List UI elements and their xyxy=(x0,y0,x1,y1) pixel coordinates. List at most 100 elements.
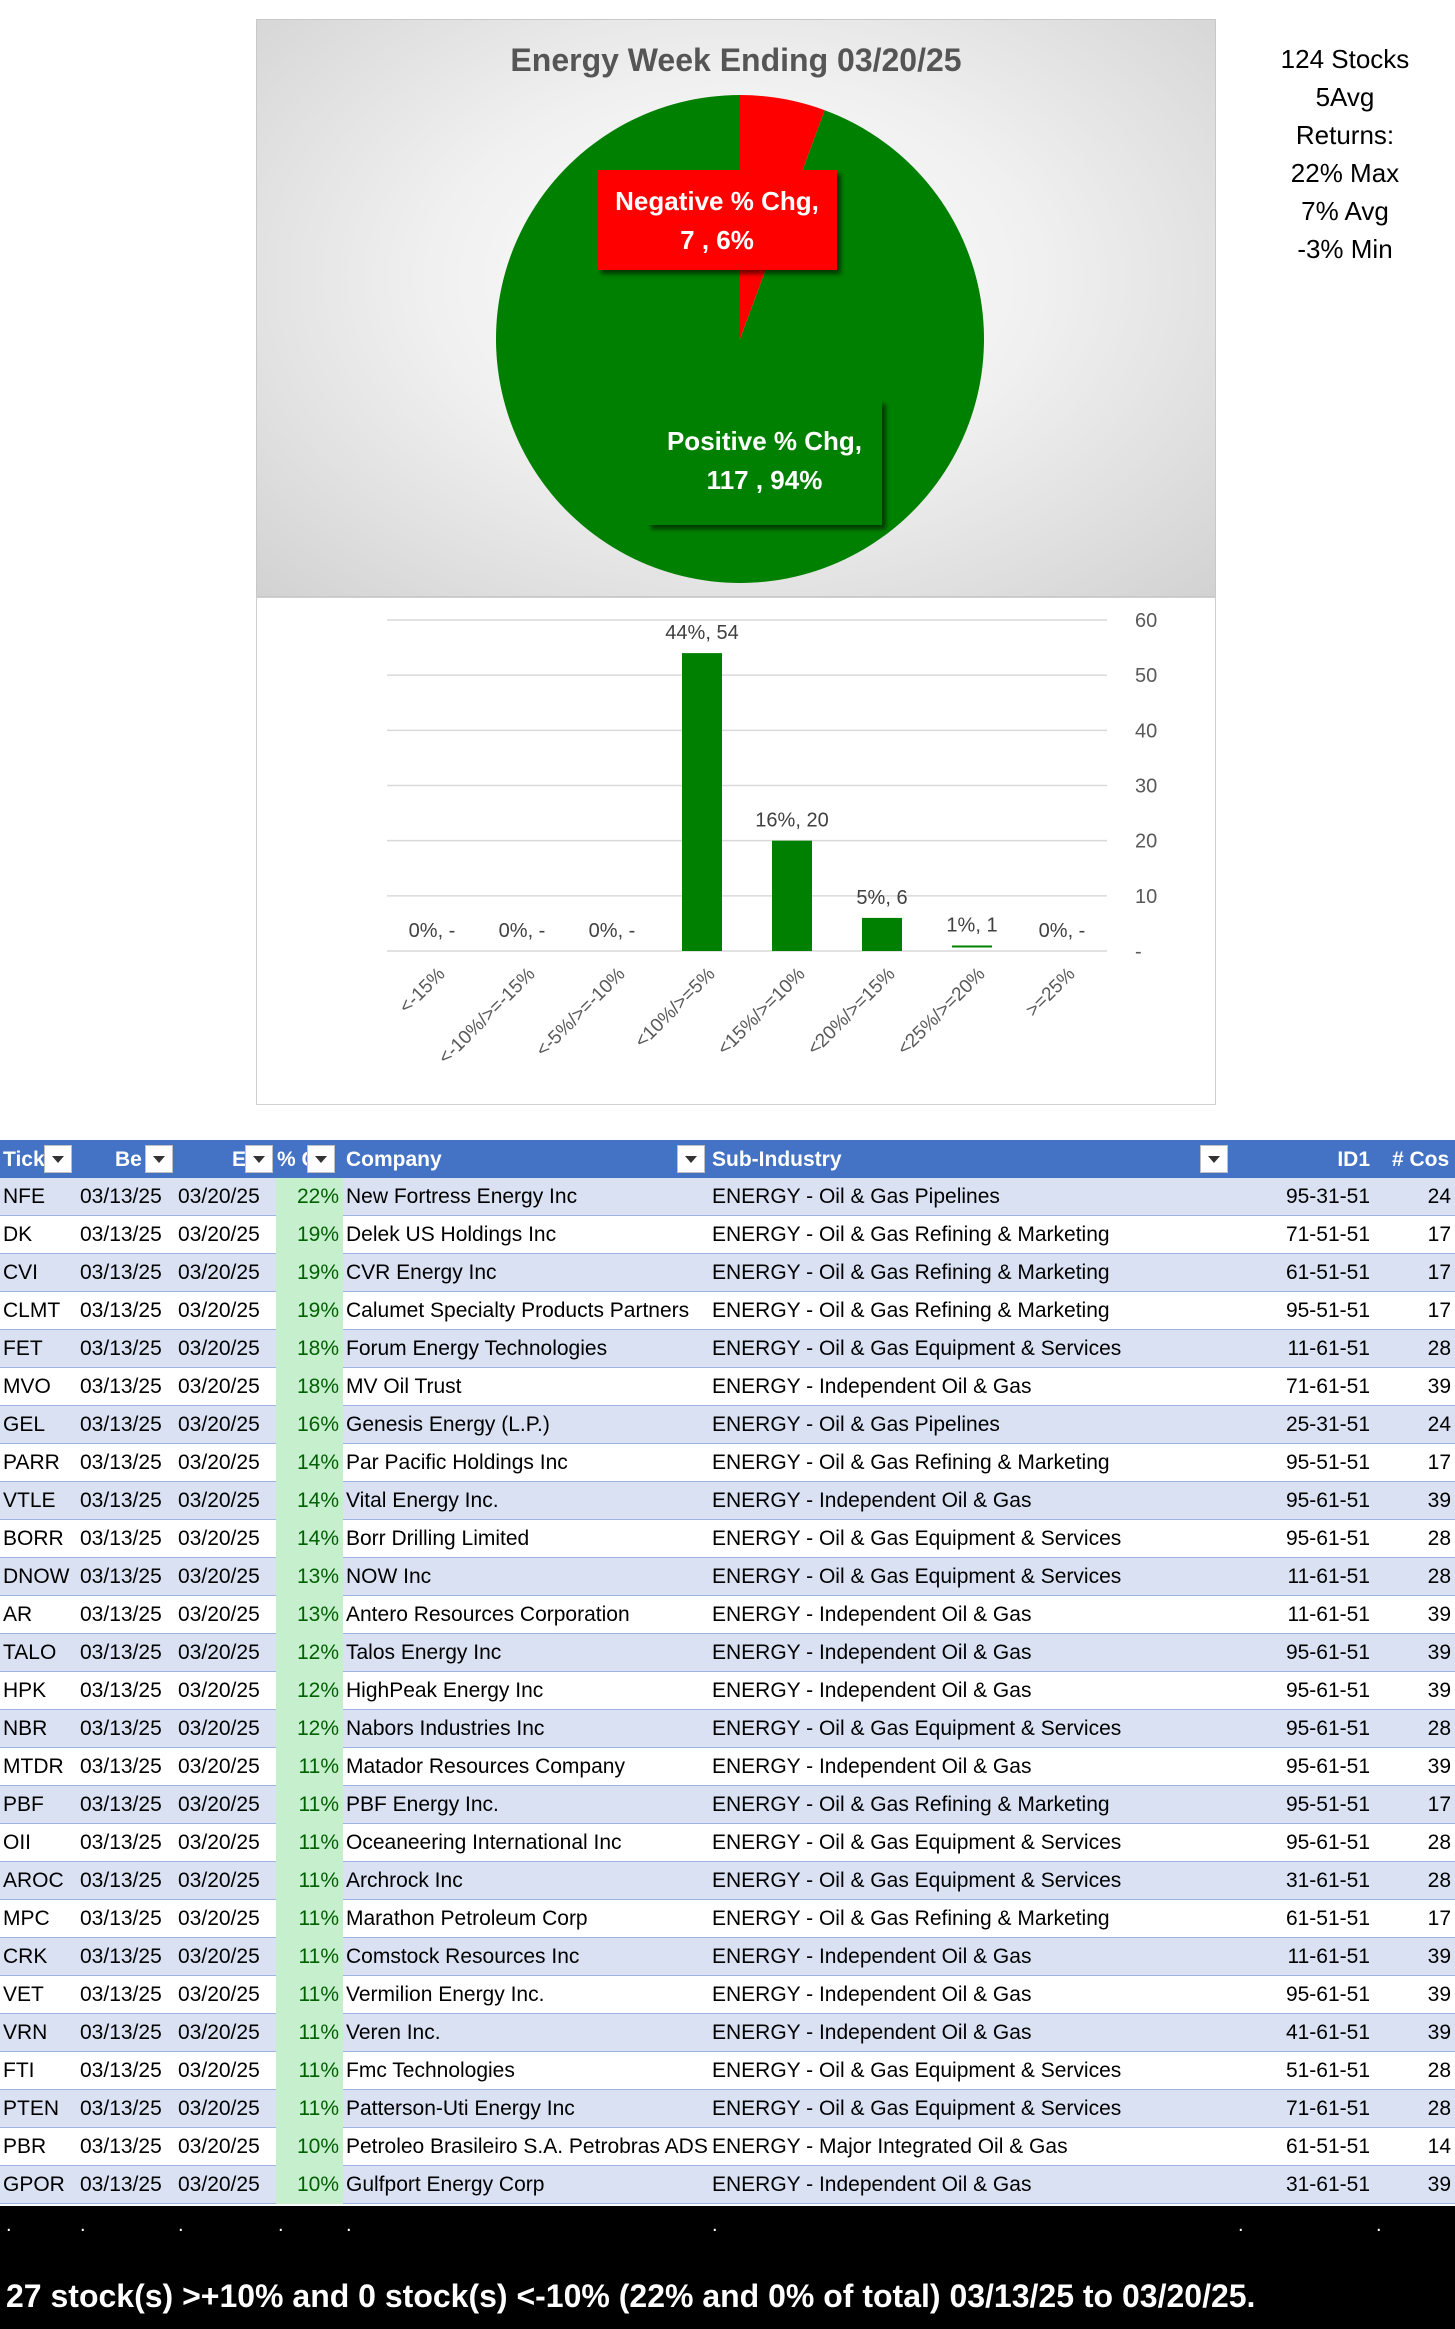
cell-company: Oceaneering International Inc xyxy=(346,1831,622,1854)
header-pct-change: % C xyxy=(277,1148,307,1171)
cell-num-cos: 28 xyxy=(1427,1717,1451,1740)
table-row: DK 03/13/25 03/20/25 19% Delek US Holdings I… xyxy=(0,1216,1455,1254)
bar-mark xyxy=(682,653,722,951)
filter-dropdown-icon[interactable] xyxy=(145,1145,173,1173)
cell-ticker: CLMT xyxy=(3,1299,61,1322)
bar-mark xyxy=(772,840,812,951)
table-row: CRK 03/13/25 03/20/25 11% Comstock Resources… xyxy=(0,1938,1455,1976)
cell-id1: 95-61-51 xyxy=(1285,1489,1370,1512)
cell-pct-change: 12% xyxy=(276,1672,343,1710)
cell-begin-date: 03/13/25 xyxy=(80,1223,162,1246)
cell-num-cos: 39 xyxy=(1427,1375,1451,1398)
cell-ticker: MVO xyxy=(3,1375,51,1398)
table-row: FTI 03/13/25 03/20/25 11% Fmc Technologies EN… xyxy=(0,2052,1455,2090)
cell-id1: 11-61-51 xyxy=(1287,1337,1370,1360)
cell-id1: 95-61-51 xyxy=(1285,1527,1370,1550)
footer-dot: . xyxy=(278,2214,284,2236)
cell-id1: 95-61-51 xyxy=(1285,1831,1370,1854)
cell-begin-date: 03/13/25 xyxy=(80,2135,162,2158)
cell-pct-change: 11% xyxy=(276,2052,343,2090)
cell-id1: 95-51-51 xyxy=(1285,1793,1370,1816)
cell-num-cos: 17 xyxy=(1427,1223,1451,1246)
cell-company: Patterson-Uti Energy Inc xyxy=(346,2097,575,2120)
header-company: Company xyxy=(346,1148,442,1171)
pie-data-label: 7 , 6% xyxy=(680,225,754,255)
cell-end-date: 03/20/25 xyxy=(178,2059,260,2082)
stats-line: 124 Stocks xyxy=(1280,44,1410,74)
cell-end-date: 03/20/25 xyxy=(178,1185,260,1208)
header-ticker: Tick xyxy=(3,1148,45,1171)
cell-begin-date: 03/13/25 xyxy=(80,1489,162,1512)
cell-num-cos: 17 xyxy=(1427,1451,1451,1474)
footer-dot: . xyxy=(6,2214,12,2236)
filter-dropdown-icon[interactable] xyxy=(677,1145,705,1173)
filter-dropdown-icon[interactable] xyxy=(245,1145,273,1173)
cell-begin-date: 03/13/25 xyxy=(80,1299,162,1322)
cell-begin-date: 03/13/25 xyxy=(80,1603,162,1626)
cell-begin-date: 03/13/25 xyxy=(80,1793,162,1816)
cell-num-cos: 28 xyxy=(1427,1831,1451,1854)
cell-end-date: 03/20/25 xyxy=(178,1945,260,1968)
cell-company: Borr Drilling Limited xyxy=(346,1527,530,1550)
cell-begin-date: 03/13/25 xyxy=(80,1337,162,1360)
cell-sub-industry: ENERGY - Oil & Gas Refining & Marketing xyxy=(712,1261,1110,1284)
cell-sub-industry: ENERGY - Independent Oil & Gas xyxy=(712,2173,1032,2196)
cell-num-cos: 39 xyxy=(1427,2021,1451,2044)
cell-end-date: 03/20/25 xyxy=(178,1755,260,1778)
cell-id1: 95-61-51 xyxy=(1285,1679,1370,1702)
cell-pct-change: 11% xyxy=(276,1862,343,1900)
cell-pct-change: 14% xyxy=(276,1444,343,1482)
cell-num-cos: 39 xyxy=(1427,1489,1451,1512)
cell-id1: 11-61-51 xyxy=(1287,1603,1370,1626)
bar-category-label: <25%/>=20% xyxy=(894,964,990,1060)
cell-ticker: OII xyxy=(3,1831,32,1854)
filter-dropdown-icon[interactable] xyxy=(44,1145,72,1173)
cell-pct-change: 10% xyxy=(276,2166,343,2204)
stats-line: Returns: xyxy=(1295,120,1395,150)
cell-sub-industry: ENERGY - Independent Oil & Gas xyxy=(712,1755,1032,1778)
cell-num-cos: 39 xyxy=(1427,1945,1451,1968)
cell-sub-industry: ENERGY - Oil & Gas Equipment & Services xyxy=(712,1337,1122,1360)
stock-table: Tick Be E % C Company Sub-Industry ID1 #… xyxy=(0,1140,1455,2204)
cell-company: HighPeak Energy Inc xyxy=(346,1679,544,1702)
cell-pct-change: 11% xyxy=(276,1976,343,2014)
table-row: AR 03/13/25 03/20/25 13% Antero Resources Co… xyxy=(0,1596,1455,1634)
cell-end-date: 03/20/25 xyxy=(178,1983,260,2006)
footer-dot: . xyxy=(712,2214,718,2236)
cell-company: Antero Resources Corporation xyxy=(346,1603,630,1626)
bar-y-tick-label: 60 xyxy=(1135,610,1157,632)
bar-data-label: 1%, 1 xyxy=(946,914,997,936)
table-header-row: Tick Be E % C Company Sub-Industry ID1 #… xyxy=(0,1140,1455,1178)
cell-num-cos: 39 xyxy=(1427,1603,1451,1626)
filter-dropdown-icon[interactable] xyxy=(1200,1145,1228,1173)
cell-end-date: 03/20/25 xyxy=(178,1451,260,1474)
pie-data-label: Positive % Chg, xyxy=(667,426,862,456)
cell-end-date: 03/20/25 xyxy=(178,2097,260,2120)
cell-num-cos: 39 xyxy=(1427,2173,1451,2196)
cell-begin-date: 03/13/25 xyxy=(80,1451,162,1474)
footer-summary-text: 27 stock(s) >+10% and 0 stock(s) <-10% (… xyxy=(6,2278,1256,2314)
cell-sub-industry: ENERGY - Oil & Gas Refining & Marketing xyxy=(712,1223,1110,1246)
cell-ticker: CVI xyxy=(3,1261,39,1284)
filter-dropdown-icon[interactable] xyxy=(307,1145,335,1173)
cell-sub-industry: ENERGY - Oil & Gas Equipment & Services xyxy=(712,1527,1122,1550)
cell-id1: 11-61-51 xyxy=(1287,1945,1370,1968)
cell-begin-date: 03/13/25 xyxy=(80,1983,162,2006)
table-row: GEL 03/13/25 03/20/25 16% Genesis Energy (L.… xyxy=(0,1406,1455,1444)
cell-begin-date: 03/13/25 xyxy=(80,1565,162,1588)
cell-end-date: 03/20/25 xyxy=(178,1527,260,1550)
cell-company: Marathon Petroleum Corp xyxy=(346,1907,588,1930)
cell-id1: 71-51-51 xyxy=(1285,1223,1370,1246)
cell-ticker: DNOW xyxy=(3,1565,70,1588)
cell-ticker: CRK xyxy=(3,1945,48,1968)
bar-data-label: 16%, 20 xyxy=(755,810,828,832)
cell-end-date: 03/20/25 xyxy=(178,2021,260,2044)
cell-sub-industry: ENERGY - Oil & Gas Equipment & Services xyxy=(712,1831,1122,1854)
cell-id1: 95-61-51 xyxy=(1285,1641,1370,1664)
cell-company: Fmc Technologies xyxy=(346,2059,515,2082)
bar-mark xyxy=(862,917,902,951)
cell-ticker: PTEN xyxy=(3,2097,60,2120)
bar-category-label: <20%/>=15% xyxy=(804,964,900,1060)
cell-pct-change: 12% xyxy=(276,1634,343,1672)
bar-category-label: <-15% xyxy=(395,964,449,1018)
